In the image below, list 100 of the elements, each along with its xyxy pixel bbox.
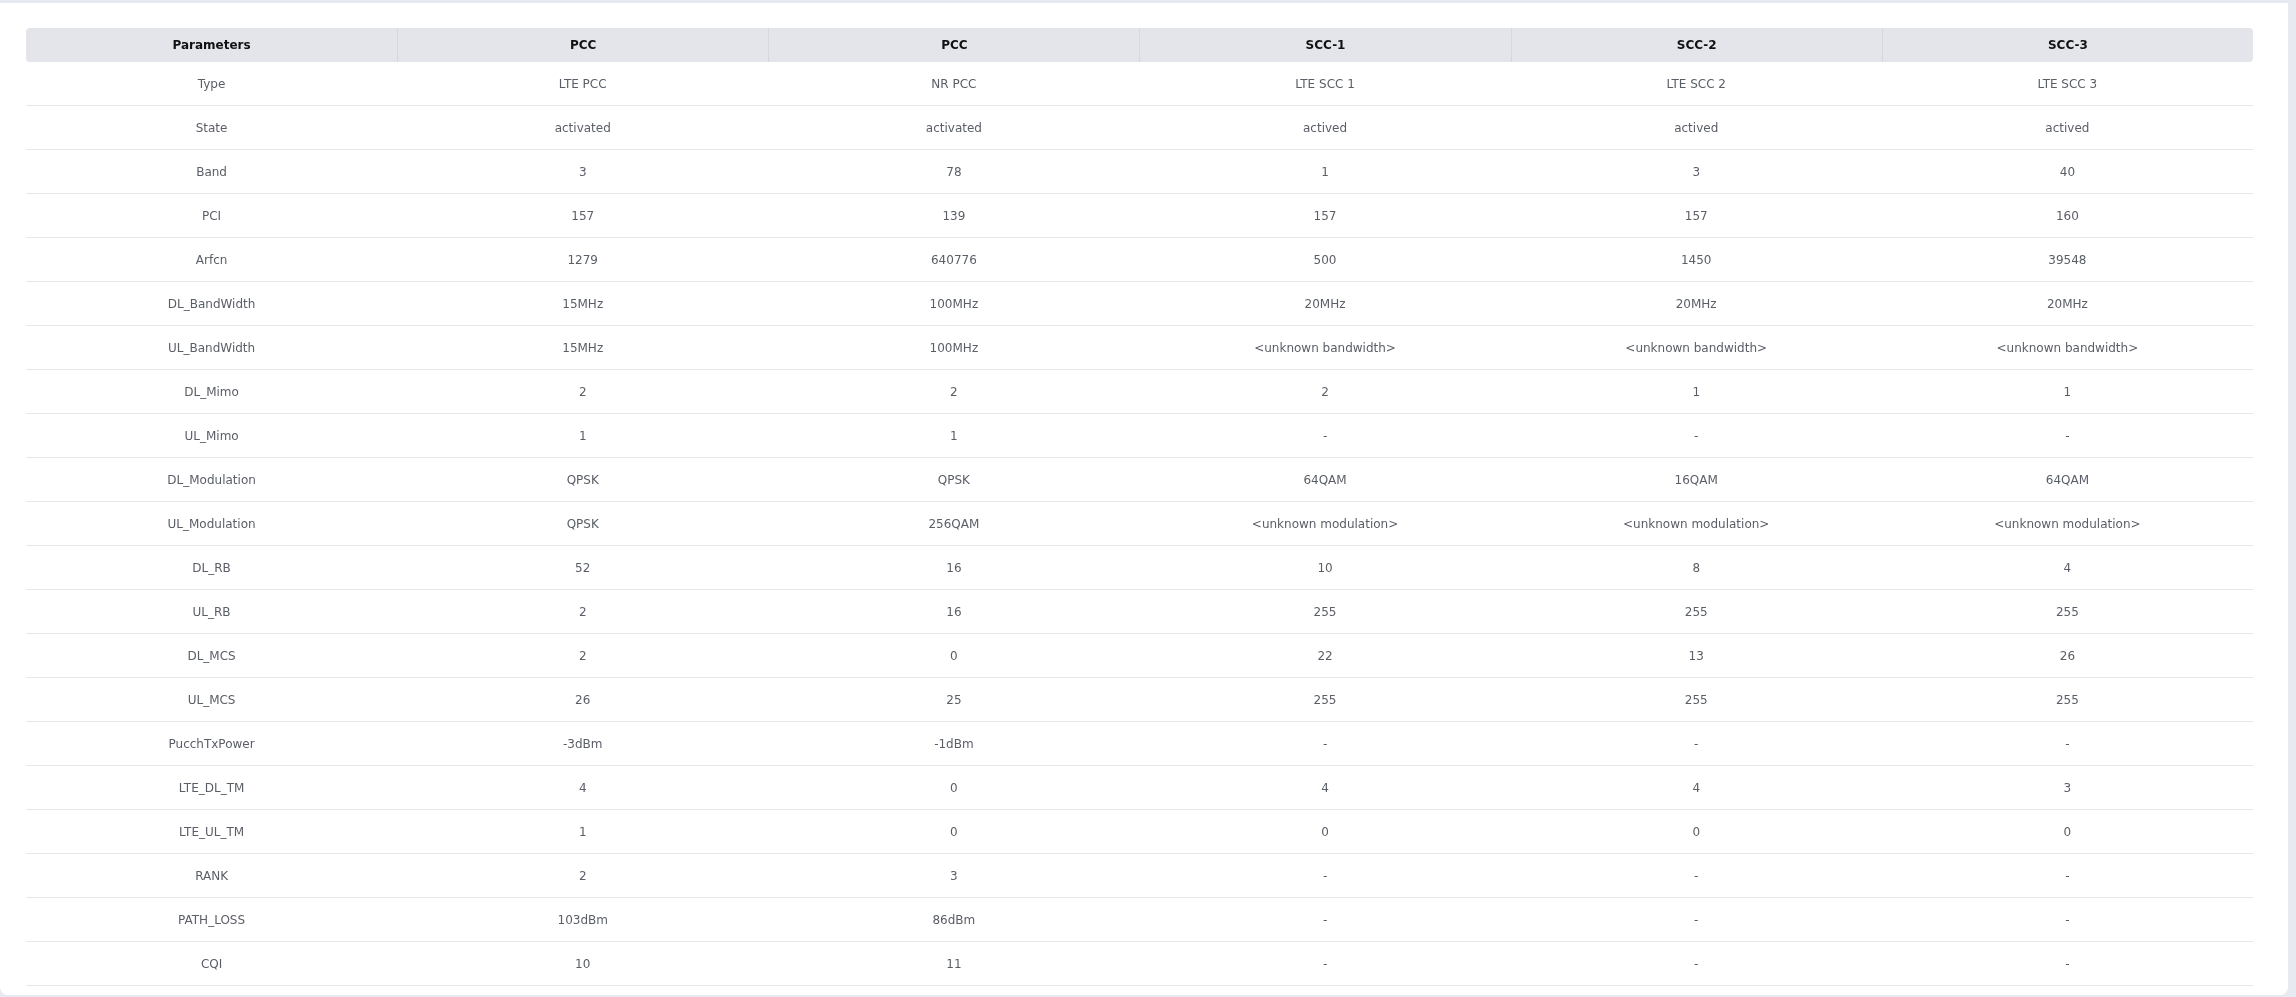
table-cell: 255 xyxy=(1510,590,1882,634)
table-cell: 3 xyxy=(1881,766,2253,810)
table-cell: 16 xyxy=(768,546,1140,590)
table-cell: <unknown bandwidth> xyxy=(1881,326,2253,370)
parameter-name-cell: UL_BandWidth xyxy=(26,326,398,370)
table-cell: - xyxy=(1881,942,2253,986)
table-cell: - xyxy=(1881,854,2253,898)
parameter-name-cell: UL_Modulation xyxy=(26,502,398,546)
table-cell: 1 xyxy=(768,414,1140,458)
table-cell: - xyxy=(1881,414,2253,458)
table-cell: 1279 xyxy=(397,238,769,282)
table-cell: - xyxy=(1510,942,1882,986)
table-cell: 500 xyxy=(1139,238,1511,282)
table-cell: - xyxy=(1510,854,1882,898)
table-cell: 20MHz xyxy=(1510,282,1882,326)
table-cell: activated xyxy=(768,106,1140,150)
table-cell: 16 xyxy=(768,590,1140,634)
table-cell: QPSK xyxy=(397,458,769,502)
table-cell: 13 xyxy=(1510,634,1882,678)
parameter-name-cell: Arfcn xyxy=(26,238,398,282)
table-cell: 15MHz xyxy=(397,326,769,370)
table-cell: 255 xyxy=(1139,678,1511,722)
table-cell: QPSK xyxy=(768,458,1140,502)
table-cell: <unknown modulation> xyxy=(1510,502,1882,546)
table-cell: 1 xyxy=(1139,150,1511,194)
table-cell: 64QAM xyxy=(1139,458,1511,502)
column-header: PCC xyxy=(768,28,1140,62)
table-cell: 160 xyxy=(1881,194,2253,238)
table-cell: 26 xyxy=(1881,634,2253,678)
parameter-name-cell: UL_RB xyxy=(26,590,398,634)
parameter-name-cell: Type xyxy=(26,62,398,106)
table-cell: - xyxy=(1139,898,1511,942)
table-cell: 4 xyxy=(1510,766,1882,810)
parameter-name-cell: CQI xyxy=(26,942,398,986)
table-cell: 4 xyxy=(397,766,769,810)
table-cell: 1450 xyxy=(1510,238,1882,282)
table-cell: 255 xyxy=(1510,678,1882,722)
column-header: SCC-1 xyxy=(1139,28,1511,62)
table-cell: QPSK xyxy=(397,502,769,546)
column-header: Parameters xyxy=(26,28,398,62)
parameter-name-cell: DL_MCS xyxy=(26,634,398,678)
table-cell: NR PCC xyxy=(768,62,1140,106)
parameter-name-cell: UL_MCS xyxy=(26,678,398,722)
parameter-name-cell: PCI xyxy=(26,194,398,238)
table-cell: 640776 xyxy=(768,238,1140,282)
table-cell: 1 xyxy=(1881,370,2253,414)
table-cell: 15MHz xyxy=(397,282,769,326)
parameter-name-cell: Band xyxy=(26,150,398,194)
table-cell: 103dBm xyxy=(397,898,769,942)
parameter-name-cell: DL_Mimo xyxy=(26,370,398,414)
table-cell: 2 xyxy=(768,370,1140,414)
table-cell: LTE SCC 1 xyxy=(1139,62,1511,106)
table-cell: actived xyxy=(1139,106,1511,150)
table-cell: 0 xyxy=(1881,810,2253,854)
table-cell: 139 xyxy=(768,194,1140,238)
table-cell: 2 xyxy=(397,634,769,678)
table-cell: - xyxy=(1139,722,1511,766)
table-cell: 1 xyxy=(1510,370,1882,414)
table-cell: <unknown bandwidth> xyxy=(1139,326,1511,370)
table-cell: 10 xyxy=(397,942,769,986)
table-cell: <unknown modulation> xyxy=(1881,502,2253,546)
table-cell: 86dBm xyxy=(768,898,1140,942)
column-header: PCC xyxy=(397,28,769,62)
table-cell: 16QAM xyxy=(1510,458,1882,502)
table-cell: LTE SCC 2 xyxy=(1510,62,1882,106)
table-cell: 2 xyxy=(397,370,769,414)
table-cell: - xyxy=(1510,898,1882,942)
table-cell: 4 xyxy=(1139,766,1511,810)
table-cell: actived xyxy=(1881,106,2253,150)
table-cell: actived xyxy=(1510,106,1882,150)
table-cell: - xyxy=(1139,942,1511,986)
table-cell: 8 xyxy=(1510,546,1882,590)
parameter-name-cell: DL_BandWidth xyxy=(26,282,398,326)
table-cell: - xyxy=(1510,414,1882,458)
table-cell: 0 xyxy=(1139,810,1511,854)
table-cell: 26 xyxy=(397,678,769,722)
parameter-name-cell: LTE_DL_TM xyxy=(26,766,398,810)
table-cell: <unknown modulation> xyxy=(1139,502,1511,546)
parameter-name-cell: State xyxy=(26,106,398,150)
table-cell: 255 xyxy=(1881,590,2253,634)
table-cell: 64QAM xyxy=(1881,458,2253,502)
table-cell: 157 xyxy=(1139,194,1511,238)
table-cell: 22 xyxy=(1139,634,1511,678)
table-cell: - xyxy=(1139,414,1511,458)
parameter-name-cell: PATH_LOSS xyxy=(26,898,398,942)
table-cell: 2 xyxy=(397,854,769,898)
table-cell: 255 xyxy=(1139,590,1511,634)
table-cell: activated xyxy=(397,106,769,150)
table-cell: 2 xyxy=(397,590,769,634)
parameter-name-cell: RANK xyxy=(26,854,398,898)
table-cell: - xyxy=(1881,898,2253,942)
table-cell: 20MHz xyxy=(1881,282,2253,326)
table-cell: 52 xyxy=(397,546,769,590)
parameter-name-cell: DL_Modulation xyxy=(26,458,398,502)
table-cell: 0 xyxy=(768,766,1140,810)
table-cell: 100MHz xyxy=(768,282,1140,326)
table-cell: 3 xyxy=(768,854,1140,898)
table-cell: 157 xyxy=(1510,194,1882,238)
table-cell: -1dBm xyxy=(768,722,1140,766)
table-cell: 0 xyxy=(1510,810,1882,854)
